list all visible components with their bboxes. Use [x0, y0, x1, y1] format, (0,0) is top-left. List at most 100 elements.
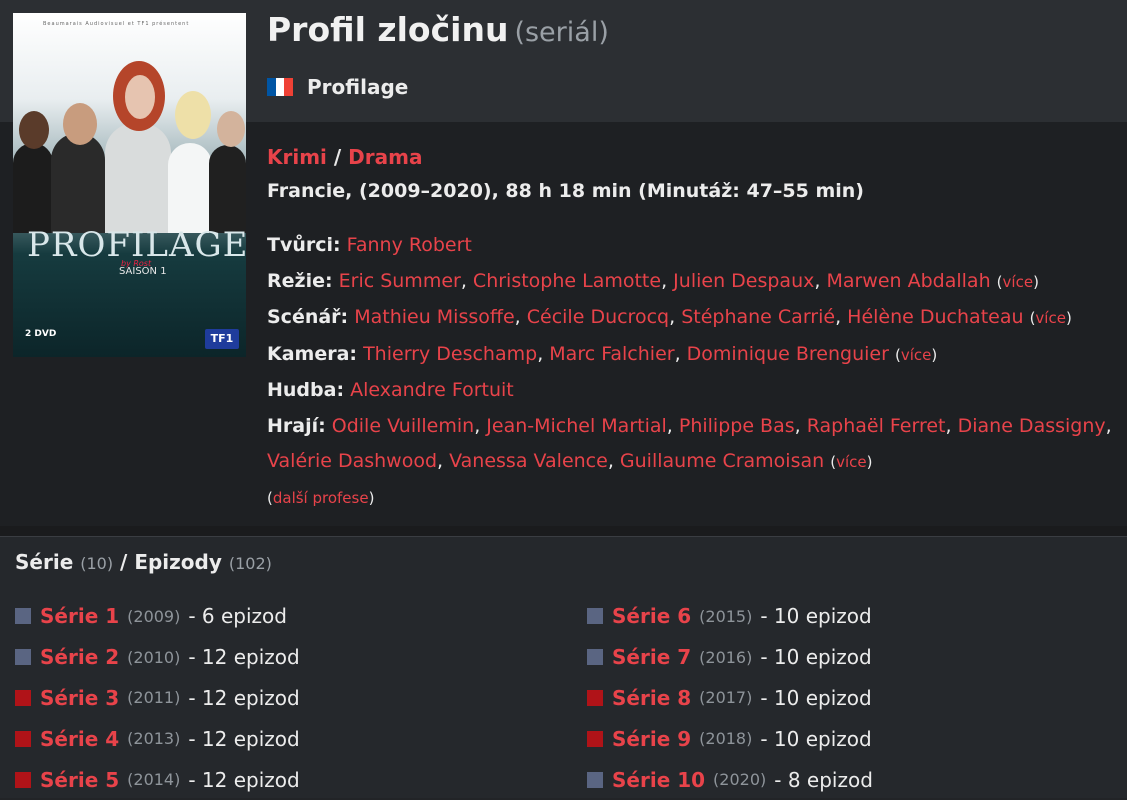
- season-row: Série 3 (2011) - 12 epizod: [15, 678, 300, 719]
- season-rating-square: [15, 649, 31, 666]
- season-link[interactable]: Série 6: [612, 604, 691, 628]
- screenplay-link[interactable]: Cécile Ducrocq: [527, 306, 669, 328]
- season-rating-square: [15, 730, 31, 747]
- season-list-left: Série 1 (2009) - 6 epizod Série 2 (2010)…: [15, 596, 300, 800]
- page-title: Profil zločinu (seriál): [267, 10, 609, 49]
- season-rating-square: [587, 771, 603, 788]
- cast-more-link[interactable]: více: [836, 453, 867, 471]
- director-more-link[interactable]: více: [1003, 273, 1034, 291]
- genre-separator: /: [333, 145, 342, 169]
- season-link[interactable]: Série 3: [40, 686, 119, 710]
- cast-link[interactable]: Guillaume Cramoisan: [620, 450, 824, 472]
- season-row: Série 9 (2018) - 10 epizod: [587, 718, 873, 759]
- heading-separator: /: [120, 550, 128, 574]
- director-link[interactable]: Christophe Lamotte: [473, 270, 661, 292]
- poster-cast-figures: [13, 53, 246, 233]
- episodes-count: (102): [228, 554, 272, 573]
- season-rating-square: [15, 689, 31, 706]
- creators-section: Tvůrci: Fanny Robert Režie: Eric Summer,…: [267, 228, 1122, 516]
- origin-info: Francie, (2009–2020), 88 h 18 min (Minut…: [267, 180, 864, 202]
- screenplay-link[interactable]: Stéphane Carrié: [681, 306, 835, 328]
- season-episode-count: - 12 epizod: [188, 645, 300, 670]
- season-episode-count: - 12 epizod: [188, 726, 300, 751]
- season-link[interactable]: Série 7: [612, 645, 691, 669]
- cast-link[interactable]: Valérie Dashwood: [267, 450, 437, 472]
- cast-row: Hrají: Odile Vuillemin, Jean-Michel Mart…: [267, 414, 1112, 473]
- director-row: Režie: Eric Summer, Christophe Lamotte, …: [267, 269, 1039, 292]
- director-link[interactable]: Julien Despaux: [673, 270, 814, 292]
- season-year: (2016): [699, 647, 753, 667]
- season-row: Série 8 (2017) - 10 epizod: [587, 678, 873, 719]
- director-link[interactable]: Eric Summer: [339, 270, 461, 292]
- season-episode-count: - 12 epizod: [188, 767, 300, 792]
- season-rating-square: [587, 730, 603, 747]
- season-rating-square: [587, 649, 603, 666]
- season-link[interactable]: Série 4: [40, 727, 119, 751]
- camera-link[interactable]: Dominique Brenguier: [687, 343, 889, 365]
- camera-link[interactable]: Marc Falchier: [549, 343, 674, 365]
- poster-presents: Beaumarais Audiovisuel et TF1 présentent: [43, 21, 190, 27]
- season-row: Série 4 (2013) - 12 epizod: [15, 718, 300, 759]
- france-flag-icon: [267, 78, 294, 96]
- cast-link[interactable]: Philippe Bas: [679, 415, 795, 437]
- season-episode-count: - 8 epizod: [774, 767, 873, 792]
- season-year: (2010): [127, 647, 181, 667]
- genre-link-drama[interactable]: Drama: [348, 145, 422, 169]
- screenplay-link[interactable]: Mathieu Missoffe: [354, 306, 514, 328]
- screenplay-more-link[interactable]: více: [1035, 309, 1066, 327]
- season-episode-count: - 10 epizod: [760, 685, 872, 710]
- season-rating-square: [587, 689, 603, 706]
- season-row: Série 2 (2010) - 12 epizod: [15, 637, 300, 678]
- season-year: (2013): [127, 729, 181, 749]
- season-rating-square: [587, 608, 603, 625]
- creator-link[interactable]: Fanny Robert: [347, 234, 472, 256]
- season-link[interactable]: Série 8: [612, 686, 691, 710]
- season-year: (2015): [699, 606, 753, 626]
- season-episode-count: - 10 epizod: [760, 604, 872, 629]
- season-year: (2017): [699, 688, 753, 708]
- other-professions-link[interactable]: další profese: [273, 489, 369, 507]
- original-title: Profilage: [267, 75, 408, 99]
- season-list-right: Série 6 (2015) - 10 epizod Série 7 (2016…: [587, 596, 873, 800]
- cast-link[interactable]: Raphaël Ferret: [807, 415, 946, 437]
- creators-label: Tvůrci:: [267, 234, 341, 256]
- season-link[interactable]: Série 2: [40, 645, 119, 669]
- other-professions: (další profese): [267, 488, 375, 507]
- cast-link[interactable]: Jean-Michel Martial: [486, 415, 667, 437]
- cast-link[interactable]: Diane Dassigny: [958, 415, 1106, 437]
- season-row: Série 10 (2020) - 8 epizod: [587, 759, 873, 800]
- season-episode-count: - 12 epizod: [188, 685, 300, 710]
- series-count: (10): [80, 554, 114, 573]
- season-rating-square: [15, 608, 31, 625]
- music-link[interactable]: Alexandre Fortuit: [350, 379, 514, 401]
- screenplay-label: Scénář:: [267, 306, 349, 328]
- series-label: Série: [15, 550, 74, 574]
- cast-link[interactable]: Odile Vuillemin: [332, 415, 474, 437]
- tf1-logo: TF1: [205, 329, 239, 349]
- season-row: Série 5 (2014) - 12 epizod: [15, 759, 300, 800]
- episodes-label: Epizody: [134, 550, 222, 574]
- poster-image[interactable]: Beaumarais Audiovisuel et TF1 présentent…: [13, 13, 246, 357]
- title-kind: (seriál): [514, 17, 609, 48]
- season-link[interactable]: Série 10: [612, 768, 705, 792]
- season-link[interactable]: Série 1: [40, 604, 119, 628]
- music-row: Hudba: Alexandre Fortuit: [267, 373, 1122, 409]
- poster-dvd-badge: 2 DVD: [25, 329, 57, 339]
- section-divider: [0, 526, 1127, 537]
- genre-link-krimi[interactable]: Krimi: [267, 145, 327, 169]
- season-episode-count: - 6 epizod: [188, 604, 287, 629]
- season-row: Série 1 (2009) - 6 epizod: [15, 596, 300, 637]
- camera-more-link[interactable]: více: [901, 346, 932, 364]
- season-year: (2011): [127, 688, 181, 708]
- season-rating-square: [15, 771, 31, 788]
- season-link[interactable]: Série 9: [612, 727, 691, 751]
- director-link[interactable]: Marwen Abdallah: [826, 270, 990, 292]
- camera-link[interactable]: Thierry Deschamp: [363, 343, 537, 365]
- screenplay-link[interactable]: Hélène Duchateau: [847, 306, 1023, 328]
- episodes-heading: Série (10) / Epizody (102): [15, 550, 272, 574]
- title-text: Profil zločinu: [267, 10, 509, 49]
- cast-link[interactable]: Vanessa Valence: [449, 450, 608, 472]
- season-link[interactable]: Série 5: [40, 768, 119, 792]
- director-label: Režie:: [267, 269, 333, 292]
- season-row: Série 6 (2015) - 10 epizod: [587, 596, 873, 637]
